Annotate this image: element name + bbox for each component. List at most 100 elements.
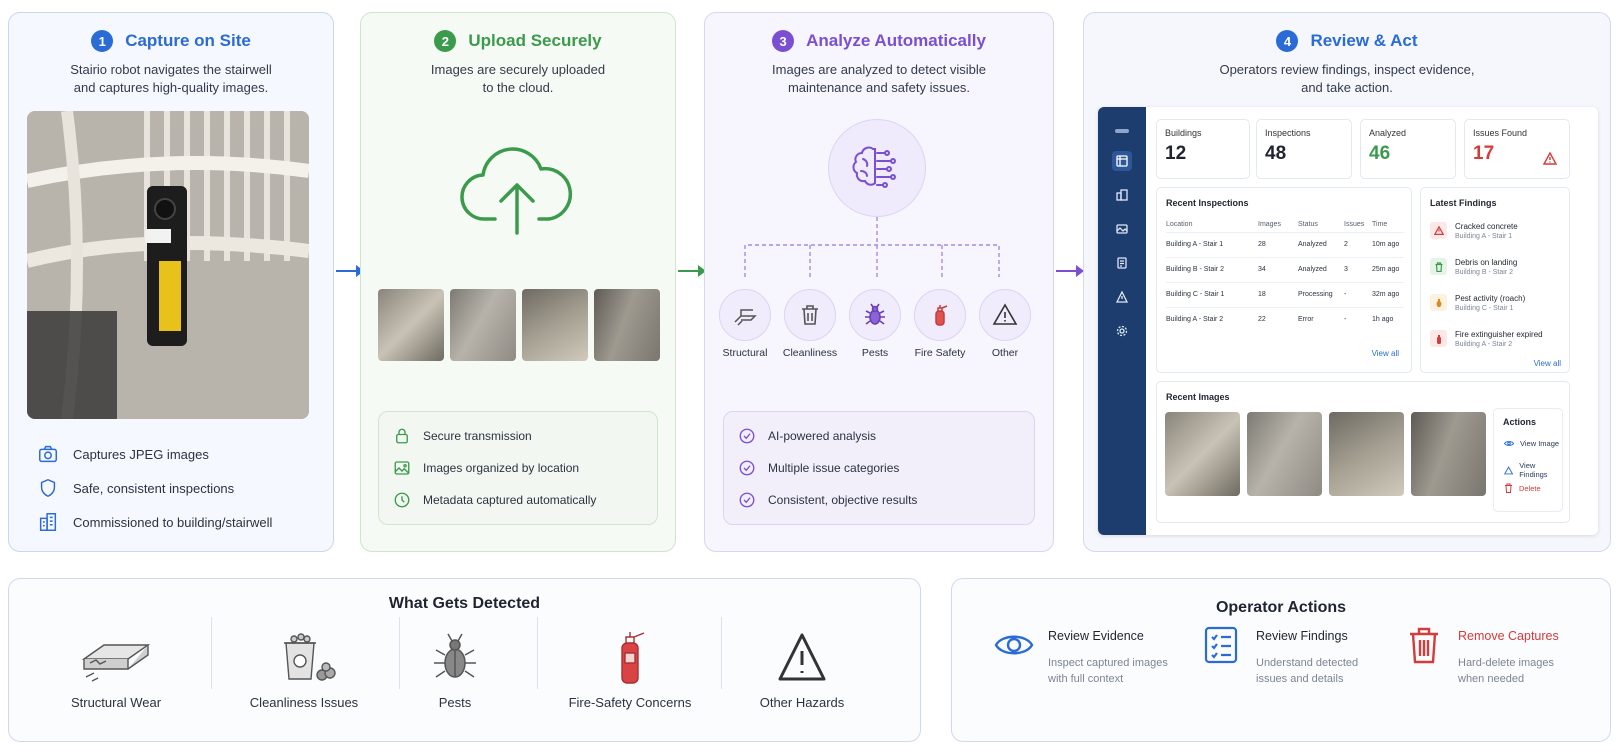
finding-title: Pest activity (roach)	[1455, 294, 1526, 303]
delete-action[interactable]: Delete	[1504, 483, 1541, 493]
recent-image-thumbnail[interactable]	[1411, 412, 1486, 496]
warning-icon	[778, 633, 826, 681]
fire-extinguisher-icon	[935, 305, 948, 326]
actions-card: Actions View Image View Findings Delete	[1493, 408, 1563, 512]
warning-icon	[1543, 152, 1557, 165]
stairwell-thumbnail	[522, 289, 588, 361]
step-title: Capture on Site	[125, 31, 251, 50]
feature-label: Safe, consistent inspections	[73, 480, 235, 496]
operator-action-title: Review Evidence	[1048, 629, 1144, 643]
category-connector-lines	[744, 217, 1000, 277]
action-label: View Image	[1520, 439, 1560, 448]
cell-images: 18	[1258, 281, 1298, 307]
finding-location: Building A - Stair 1	[1455, 233, 1513, 240]
action-label: Delete	[1519, 483, 1541, 493]
clock-icon	[394, 492, 410, 508]
section-title: Operator Actions	[1215, 599, 1347, 616]
category-label: Cleanliness	[782, 347, 838, 359]
desc-line: Inspect captured images	[1048, 657, 1168, 669]
table-row[interactable]: Building B - Stair 2 34 Analyzed 3 25m a…	[1166, 256, 1404, 282]
inspections-table: Location Images Status Issues Time Build…	[1166, 218, 1404, 332]
divider	[399, 617, 400, 689]
operator-action-remove-captures: Remove Captures Hard-delete images when …	[1404, 625, 1588, 687]
view-all-link[interactable]: View all	[1372, 349, 1399, 358]
operator-actions-panel: Operator Actions Review Evidence Inspect…	[951, 578, 1611, 742]
finding-item[interactable]: Debris on landing Building B - Stair 2	[1430, 258, 1517, 276]
operator-action-title: Review Findings	[1256, 629, 1348, 643]
operator-action-review-evidence: Review Evidence Inspect captured images …	[994, 625, 1178, 687]
recent-image-thumbnail[interactable]	[1329, 412, 1404, 496]
table-row[interactable]: Building C - Stair 1 18 Processing - 32m…	[1166, 281, 1404, 307]
finding-item[interactable]: Pest activity (roach) Building C - Stair …	[1430, 294, 1525, 312]
feature-label: Commissioned to building/stairwell	[73, 514, 273, 530]
view-findings-action[interactable]: View Findings	[1504, 461, 1562, 479]
capture-feature-list: Captures JPEG images Safe, consistent in…	[37, 437, 272, 539]
detected-label: Structural Wear	[70, 695, 162, 710]
recent-image-thumbnail[interactable]	[1247, 412, 1322, 496]
detected-label: Fire-Safety Concerns	[568, 695, 692, 710]
check-circle-icon	[739, 428, 755, 444]
analysis-categories: Structural Cleanliness Pests Fire Safety…	[719, 289, 1031, 359]
warning-icon	[1430, 222, 1447, 239]
detected-label: Other Hazards	[759, 695, 845, 710]
brain-icon	[852, 146, 896, 188]
detected-item: Other Hazards	[747, 629, 857, 710]
section-title: What Gets Detected	[388, 595, 541, 612]
settings-icon[interactable]	[1112, 321, 1132, 341]
feature-item: AI-powered analysis	[738, 420, 1020, 452]
recent-inspections-card: Recent Inspections Location Images Statu…	[1156, 187, 1412, 373]
detected-item: Pests	[415, 629, 495, 710]
finding-item[interactable]: Fire extinguisher expired Building A - St…	[1430, 330, 1543, 348]
stat-value: 12	[1165, 143, 1187, 164]
dashboard-icon[interactable]	[1112, 151, 1132, 171]
structural-icon	[734, 309, 757, 326]
cell-location: Building B - Stair 2	[1166, 256, 1258, 282]
view-all-link[interactable]: View all	[1534, 359, 1561, 368]
actions-title: Actions	[1503, 417, 1537, 427]
action-label: View Findings	[1519, 461, 1548, 479]
category-other: Other	[979, 289, 1031, 359]
category-label: Other	[991, 347, 1019, 359]
view-image-action[interactable]: View Image	[1504, 439, 1559, 448]
feature-label: Images organized by location	[423, 461, 580, 475]
divider	[537, 617, 538, 689]
warning-icon	[992, 303, 1018, 325]
step-description-line: Operators review findings, inspect evide…	[1219, 62, 1475, 77]
fire-extinguisher-icon	[621, 632, 645, 684]
category-cleanliness: Cleanliness	[782, 289, 838, 359]
detected-panel: What Gets Detected Structural Wear Clean…	[8, 578, 921, 742]
trash-icon	[802, 305, 818, 325]
card-title: Recent Inspections	[1166, 198, 1249, 208]
cell-time: 25m ago	[1372, 256, 1404, 282]
stat-card-inspections: Inspections 48	[1256, 119, 1352, 179]
finding-title: Cracked concrete	[1455, 222, 1518, 231]
card-title: Recent Images	[1166, 392, 1230, 402]
table-row[interactable]: Building A - Stair 1 28 Analyzed 2 10m a…	[1166, 231, 1404, 257]
divider	[211, 617, 212, 689]
images-icon[interactable]	[1112, 219, 1132, 239]
recent-image-thumbnail[interactable]	[1165, 412, 1240, 496]
step-description: Images are analyzed to detect visible ma…	[715, 61, 1043, 97]
step-number-badge: 4	[1276, 30, 1299, 52]
bug-icon	[434, 633, 476, 678]
buildings-icon[interactable]	[1112, 185, 1132, 205]
stat-value: 48	[1265, 143, 1287, 164]
lock-icon	[396, 428, 408, 444]
table-row[interactable]: Building A - Stair 2 22 Error - 1h ago	[1166, 306, 1404, 332]
desc-line: when needed	[1458, 673, 1525, 685]
alerts-icon[interactable]	[1112, 287, 1132, 307]
detected-label: Pests	[438, 695, 472, 710]
column-header: Issues	[1344, 221, 1365, 229]
ai-brain-badge	[828, 119, 926, 217]
step-description-line: maintenance and safety issues.	[787, 80, 971, 95]
finding-item[interactable]: Cracked concrete Building A - Stair 1	[1430, 222, 1518, 240]
findings-icon	[1504, 465, 1514, 474]
operator-action-title: Remove Captures	[1458, 629, 1559, 643]
cell-location: Building C - Stair 1	[1166, 281, 1258, 307]
reports-icon[interactable]	[1112, 253, 1132, 273]
cell-status: Analyzed	[1298, 231, 1344, 257]
category-label: Pests	[861, 347, 889, 359]
column-header: Status	[1298, 221, 1318, 229]
cell-images: 28	[1258, 231, 1298, 257]
step-description-line: Stairio robot navigates the stairwell	[70, 62, 272, 77]
